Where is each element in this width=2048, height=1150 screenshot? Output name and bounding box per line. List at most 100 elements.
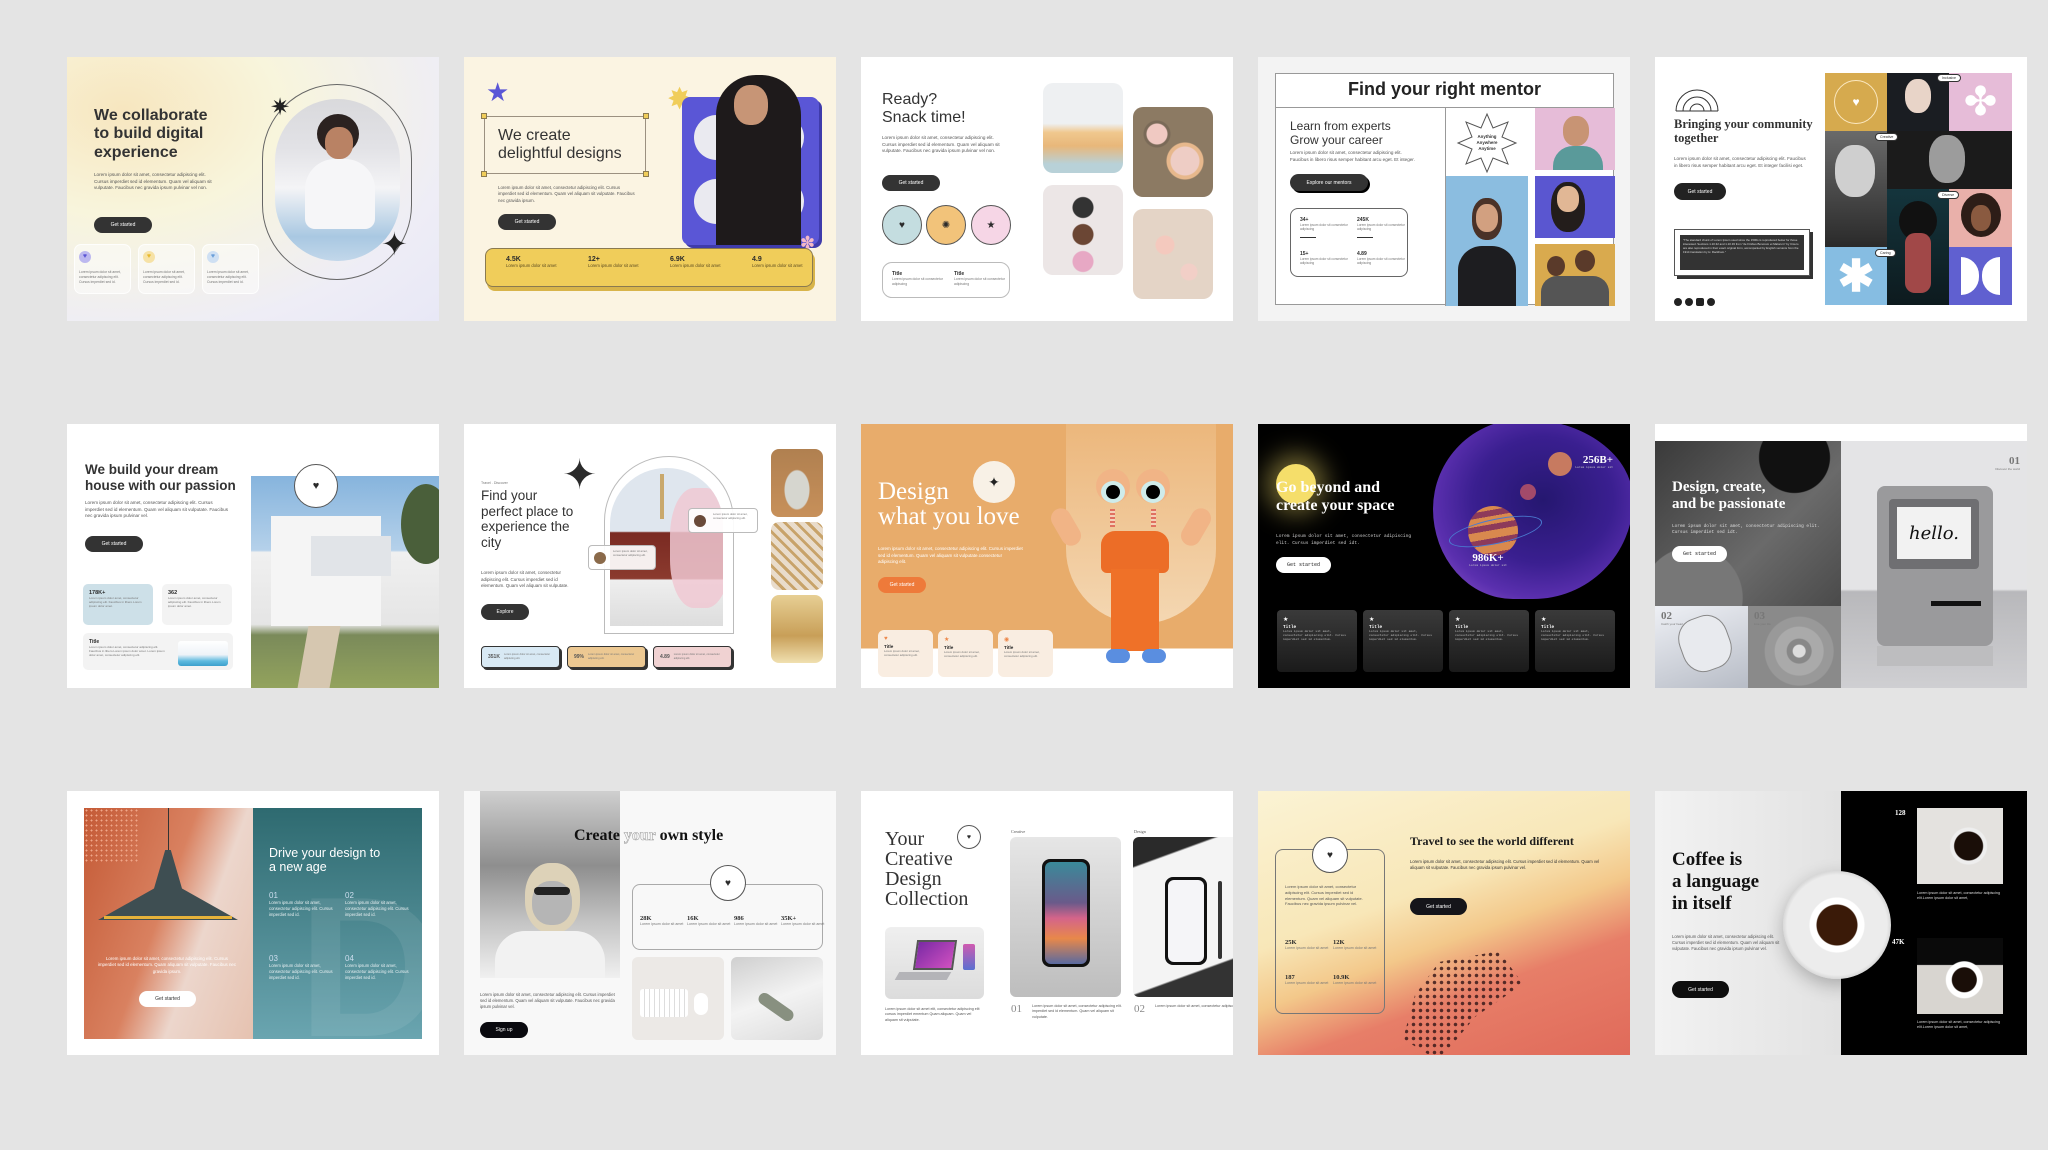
column-num: 02 [1134, 1003, 1145, 1015]
heart-icon: ♥ [143, 251, 155, 263]
feature-card: ★ Title Lorem ipsum dolor sit amet, cons… [938, 630, 993, 677]
card-body: Lorem ipsum dolor sit amet, consectetur … [481, 570, 569, 589]
get-started-button[interactable]: Get started [882, 175, 940, 191]
instagram-icon[interactable] [1696, 298, 1704, 306]
portrait-photo [1887, 189, 1949, 305]
teal-panel: D [253, 808, 422, 1039]
stat-chip: 99% Lorem ipsum dolor sit amet, consectet… [567, 646, 646, 668]
template-card-passionate[interactable]: Design, create, and be passionate Lorem i… [1655, 424, 2027, 688]
twitter-icon[interactable] [1685, 298, 1693, 306]
template-card-drive[interactable]: Lorem ipsum dolor sit amet, consectetur … [67, 791, 439, 1055]
sign-up-button[interactable]: Sign up [480, 1022, 528, 1038]
sparkle-icon: ✦ [381, 226, 408, 262]
template-card-dream-house[interactable]: We build your dream house with our passi… [67, 424, 439, 688]
get-started-button[interactable]: Get started [498, 214, 556, 230]
nebula-blob [1433, 424, 1630, 599]
get-started-button[interactable]: Get started [139, 991, 196, 1007]
review-bubble: Lorem ipsum dolor sit amet, consectetur … [588, 545, 656, 570]
template-card-city[interactable]: Travel . Discover Find your perfect plac… [464, 424, 836, 688]
stamp-badge: ♥ [1312, 837, 1348, 873]
template-card-collection[interactable]: Your Creative Design Collection ♥ Lorem … [861, 791, 1233, 1055]
card-title: Design, create, and be passionate [1672, 479, 1786, 513]
coffee-photo [1917, 808, 2003, 884]
card-body: Lorem ipsum dolor sit amet, consectetur … [94, 172, 212, 191]
heart-icon: ♥ [207, 251, 219, 263]
template-card-mentor[interactable]: Find your right mentor Learn from expert… [1258, 57, 1630, 321]
template-card-travel-world[interactable]: ♥ Lorem ipsum dolor sit amet, consectetu… [1258, 791, 1630, 1055]
stat-value: 6.9K [670, 256, 685, 263]
column-text: Lorem ipsum dolor sit amet, consectetur … [1032, 1004, 1122, 1019]
house-photo [251, 476, 439, 688]
stats-bar: 4.5K Lorem ipsum dolor sit amet 12+ Lorem … [485, 248, 813, 287]
get-started-button[interactable]: Get started [1672, 981, 1729, 998]
feature-card: ★ Title Lorem ipsum dolor sit amet, cons… [1449, 610, 1529, 672]
feature-card: ★ Title Lorem ipsum dolor sit amet, cons… [1277, 610, 1357, 672]
point: 01 Lorem ipsum dolor sit amet, consectetu… [269, 891, 333, 918]
point: 03 Lorem ipsum dolor sit amet, consectetu… [269, 954, 333, 981]
card-body: Lorem ipsum dolor sit amet, consectetur … [1290, 150, 1415, 162]
dot-pattern [84, 808, 139, 863]
stat-256b: 256B+ Lorem ipsum dolor sit [1575, 454, 1613, 469]
header-title: Find your right mentor [1348, 79, 1541, 99]
avatar [594, 552, 606, 564]
get-started-button[interactable]: Get started [1410, 898, 1467, 915]
template-card-coffee[interactable]: Coffee is a language in itself Lorem ips… [1655, 791, 2027, 1055]
star-icon: ★ [1369, 617, 1375, 623]
handle [481, 171, 487, 177]
explore-button[interactable]: Explore [481, 604, 529, 620]
card-body: Lorem ipsum dolor sit amet, consectetur … [97, 956, 237, 974]
sparkle-badge: ✦ [973, 461, 1015, 503]
feature-card: ◉ Title Lorem ipsum dolor sit amet, cons… [998, 630, 1053, 677]
template-card-snack[interactable]: Ready? Snack time! Lorem ipsum dolor sit … [861, 57, 1233, 321]
community-grid: ♥ ✤ ✱ Inclusive Creative Diverse Caring [1825, 73, 2012, 305]
stat-chip: 4.89 Lorem ipsum dolor sit amet, consecte… [653, 646, 732, 668]
handle [643, 113, 649, 119]
star-icon: ★ [1283, 617, 1289, 623]
template-card-community[interactable]: Bringing your community together Lorem i… [1655, 57, 2027, 321]
card-body: Lorem ipsum dolor sit amet, consectetur … [882, 135, 1000, 154]
card-body: Lorem ipsum dolor sit amet, consectetur … [1276, 534, 1412, 546]
template-card-delightful[interactable]: ★ We create delightful designs Lorem ips… [464, 57, 836, 321]
card-title: We create delightful designs [498, 127, 622, 163]
sparkle-icon: ✦ [562, 451, 598, 498]
portrait-photo [1825, 131, 1887, 247]
get-started-button[interactable]: Get started [1672, 546, 1727, 562]
mentor-photo [1535, 176, 1615, 238]
social-links [1674, 298, 1715, 306]
column-label: Creative [1011, 829, 1026, 834]
planet [1520, 484, 1536, 500]
template-card-design-love[interactable]: Design what you love ✦ Lorem ipsum dolor … [861, 424, 1233, 688]
heart-icon: ♥ [1834, 80, 1878, 124]
get-started-button[interactable]: Get started [85, 536, 143, 552]
card-title: Your Creative Design Collection [885, 828, 969, 910]
mail-icon[interactable] [1707, 298, 1715, 306]
stat: 10.9K Lorem ipsum dolor sit amet [1333, 974, 1377, 985]
card-body: Lorem ipsum dolor sit amet, consectetur … [1410, 859, 1600, 871]
facebook-icon[interactable] [1674, 298, 1682, 306]
mentor-photo [1535, 244, 1615, 306]
get-started-button[interactable]: Get started [94, 217, 152, 233]
mentor-frame: Find your right mentor Learn from expert… [1275, 73, 1615, 306]
get-started-button[interactable]: Get started [1276, 557, 1331, 573]
star-icon: ★ [1455, 617, 1461, 623]
get-started-button[interactable]: Get started [878, 577, 926, 593]
item-03: 03 Live your life [1754, 610, 1771, 626]
stat-128: 128 [1895, 809, 1906, 817]
coffee-photo [1917, 938, 2003, 1014]
get-started-button[interactable]: Get started [1674, 183, 1726, 200]
stats-box: 34+ Lorem ipsum dolor sit consectetur adi… [1290, 208, 1408, 277]
card-title: Coffee is a language in itself [1672, 849, 1760, 914]
tag-creative: Creative [1875, 133, 1899, 141]
template-card-own-style[interactable]: Create your own style 28K Lorem ipsum dol… [464, 791, 836, 1055]
explore-mentors-button[interactable]: Explore our mentors [1290, 174, 1368, 191]
template-card-collaborate[interactable]: We collaborate to build digital experien… [67, 57, 439, 321]
info-box [1275, 849, 1385, 1014]
donut-photo [1043, 83, 1123, 173]
stat: 187 Lorem ipsum dolor sit amet [1285, 974, 1329, 985]
card-body: Lorem ipsum dolor sit amet, consectetur … [1674, 156, 1806, 168]
template-card-space[interactable]: Go beyond and create your space Lorem ips… [1258, 424, 1630, 688]
handle [481, 113, 487, 119]
tag-inclusive: Inclusive [1937, 74, 1961, 82]
feature-card: ♥ Title Lorem ipsum dolor sit amet, cons… [878, 630, 933, 677]
card-title: Create your own style [574, 827, 724, 845]
